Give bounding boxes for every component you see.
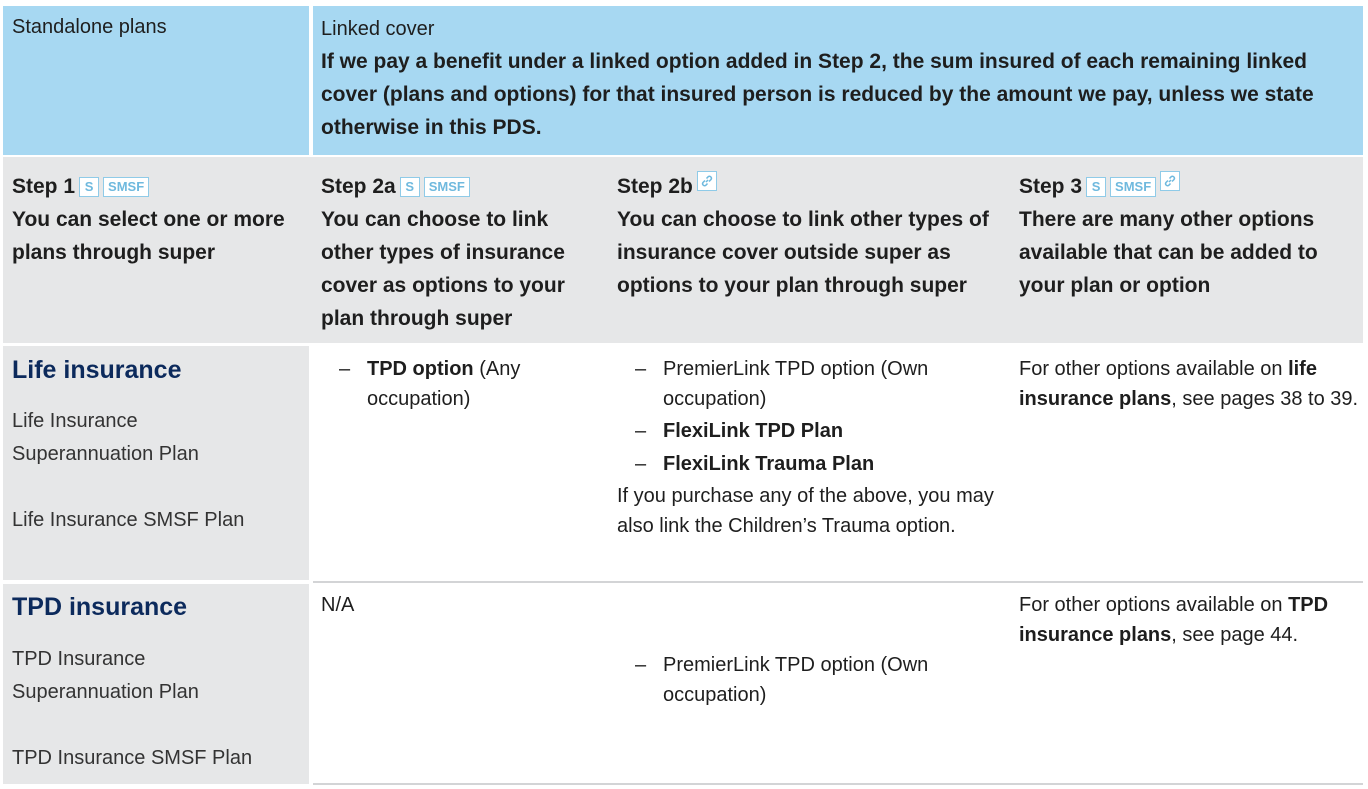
standalone-plans-label: Standalone plans (12, 16, 167, 38)
step-2a-title: Step 2a (321, 175, 396, 198)
tpd-insurance-plan-super: TPD Insurance Superannuation Plan (12, 648, 199, 703)
premierlink-tpd-option: PremierLink TPD option (Own occupation) (663, 654, 929, 706)
tpd-insurance-cell: TPD insurance TPD Insurance Superannuati… (12, 591, 304, 775)
linked-cover-label: Linked cover (321, 18, 435, 40)
list-item: – PremierLink TPD option (Own occupation… (635, 358, 929, 410)
list-item: – FlexiLink Trauma Plan (635, 453, 875, 475)
step-2a-desc: You can choose to link other types of in… (321, 208, 565, 330)
row-divider (313, 581, 1363, 583)
super-badge-icon: S (399, 177, 420, 197)
linked-cover-note: If we pay a benefit under a linked optio… (321, 50, 1314, 139)
tpd-insurance-plan-smsf: TPD Insurance SMSF Plan (12, 747, 253, 769)
flexilink-trauma-plan: FlexiLink Trauma Plan (663, 453, 875, 475)
tpd-insurance-title: TPD insurance (12, 593, 188, 621)
life-step-2b-cell: – PremierLink TPD option (Own occupation… (617, 354, 1012, 541)
step-1-title: Step 1 (12, 175, 76, 198)
step-2b-cell: Step 2b You can choose to link other typ… (617, 170, 1012, 302)
life-insurance-plan-super: Life Insurance Superannuation Plan (12, 410, 199, 465)
tpd-option-label: TPD option (367, 358, 474, 380)
life-step-3-cell: For other options available on life insu… (1019, 358, 1359, 410)
smsf-badge-icon: SMSF (103, 177, 150, 197)
table-bottom-divider (313, 783, 1363, 785)
tpd-step-2a-na: N/A (321, 594, 355, 616)
link-icon (696, 171, 717, 191)
step-2b-title: Step 2b (617, 175, 693, 198)
life-step-2a-item: – TPD option (Any occupation) (339, 358, 521, 410)
step-1-cell: Step 1 S SMSF You can select one or more p… (12, 170, 302, 269)
premierlink-tpd-option: PremierLink TPD option (Own occupation) (663, 358, 929, 410)
step-1-desc: You can select one or more plans through… (12, 208, 285, 264)
step-3-desc: There are many other options available t… (1019, 208, 1318, 297)
link-icon (1160, 171, 1181, 191)
list-item: – PremierLink TPD option (Own occupation… (635, 654, 929, 706)
step-2a-cell: Step 2a S SMSF You can choose to link othe… (321, 170, 606, 335)
smsf-badge-icon: SMSF (1110, 177, 1157, 197)
list-item: – FlexiLink TPD Plan (635, 420, 844, 442)
step-3-cell: Step 3 S SMSF There are many other options… (1019, 170, 1359, 302)
step-3-title: Step 3 (1019, 175, 1083, 198)
flexilink-tpd-plan: FlexiLink TPD Plan (663, 420, 844, 442)
life-insurance-cell: Life insurance Life Insurance Superannua… (12, 354, 304, 537)
super-badge-icon: S (79, 177, 100, 197)
step-2b-desc: You can choose to link other types of in… (617, 208, 989, 297)
smsf-badge-icon: SMSF (423, 177, 470, 197)
super-badge-icon: S (1086, 177, 1107, 197)
life-insurance-title: Life insurance (12, 356, 182, 384)
childrens-trauma-note: If you purchase any of the above, you ma… (617, 485, 994, 537)
tpd-step-3-cell: For other options available on TPD insur… (1019, 594, 1329, 646)
life-insurance-plan-smsf: Life Insurance SMSF Plan (12, 509, 245, 531)
